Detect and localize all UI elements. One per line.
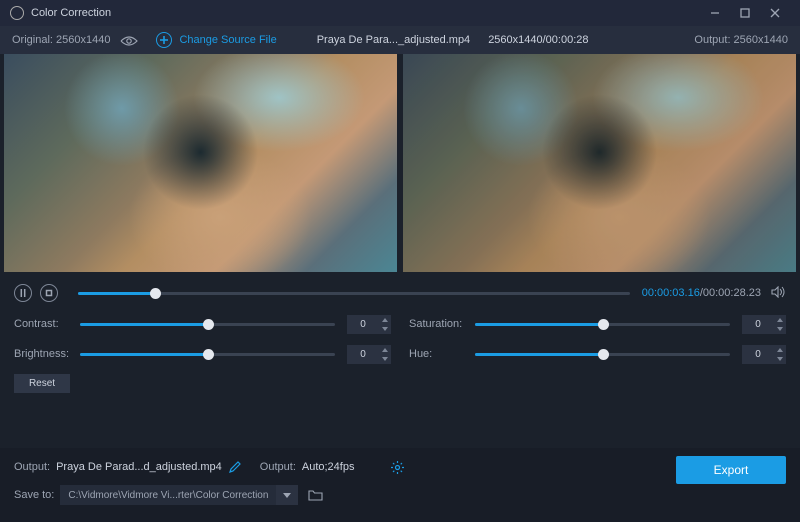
save-to-label: Save to: xyxy=(14,489,54,501)
preview-output xyxy=(403,54,796,272)
app-logo-icon xyxy=(10,6,24,20)
change-source-file-link[interactable]: Change Source File xyxy=(179,34,276,46)
contrast-slider[interactable] xyxy=(80,323,335,326)
brightness-value-box[interactable]: 0 xyxy=(347,345,391,364)
brightness-label: Brightness: xyxy=(14,348,80,360)
source-bar: Original: 2560x1440 Change Source File P… xyxy=(0,26,800,54)
footer: Output: Praya De Parad...d_adjusted.mp4 … xyxy=(0,448,800,522)
window-title: Color Correction xyxy=(31,7,111,19)
output-filename: Praya De Parad...d_adjusted.mp4 xyxy=(56,461,222,473)
open-folder-icon[interactable] xyxy=(304,485,326,505)
original-resolution: Original: 2560x1440 xyxy=(12,34,110,46)
export-button[interactable]: Export xyxy=(676,456,786,484)
output-settings-label: Output: xyxy=(260,461,296,473)
hue-value-box[interactable]: 0 xyxy=(742,345,786,364)
contrast-value-box[interactable]: 0 xyxy=(347,315,391,334)
save-path-box[interactable]: C:\Vidmore\Vidmore Vi...rter\Color Corre… xyxy=(60,485,276,505)
duration: /00:00:28.23 xyxy=(700,287,761,299)
hue-slider[interactable] xyxy=(475,353,730,356)
hue-label: Hue: xyxy=(409,348,475,360)
current-time: 00:00:03.16 xyxy=(642,287,700,299)
reset-button[interactable]: Reset xyxy=(14,374,70,393)
saturation-value-box[interactable]: 0 xyxy=(742,315,786,334)
close-button[interactable] xyxy=(760,0,790,26)
maximize-button[interactable] xyxy=(730,0,760,26)
preview-area xyxy=(0,54,800,272)
add-source-icon[interactable] xyxy=(156,32,172,48)
contrast-label: Contrast: xyxy=(14,318,80,330)
timecode: 00:00:03.16/00:00:28.23 xyxy=(642,287,761,299)
contrast-step-up[interactable] xyxy=(379,315,391,324)
edit-icon[interactable] xyxy=(228,460,242,474)
saturation-label: Saturation: xyxy=(409,318,475,330)
preview-original xyxy=(4,54,397,272)
stop-button[interactable] xyxy=(40,284,58,302)
eye-icon[interactable] xyxy=(120,35,136,45)
save-path-dropdown[interactable] xyxy=(276,485,298,505)
output-resolution: Output: 2560x1440 xyxy=(694,34,788,46)
saturation-slider[interactable] xyxy=(475,323,730,326)
source-file-info: 2560x1440/00:00:28 xyxy=(488,34,588,46)
minimize-button[interactable] xyxy=(700,0,730,26)
hue-step-up[interactable] xyxy=(774,345,786,354)
output-file-label: Output: xyxy=(14,461,50,473)
brightness-step-down[interactable] xyxy=(379,354,391,363)
output-settings-value: Auto;24fps xyxy=(302,461,355,473)
brightness-step-up[interactable] xyxy=(379,345,391,354)
titlebar: Color Correction xyxy=(0,0,800,26)
gear-icon[interactable] xyxy=(390,460,404,474)
seek-slider[interactable] xyxy=(78,292,630,295)
playback-row: 00:00:03.16/00:00:28.23 xyxy=(14,282,786,304)
brightness-slider[interactable] xyxy=(80,353,335,356)
source-filename: Praya De Para..._adjusted.mp4 xyxy=(317,34,470,46)
pause-button[interactable] xyxy=(14,284,32,302)
hue-step-down[interactable] xyxy=(774,354,786,363)
volume-icon[interactable] xyxy=(771,286,786,301)
saturation-step-up[interactable] xyxy=(774,315,786,324)
contrast-step-down[interactable] xyxy=(379,324,391,333)
saturation-step-down[interactable] xyxy=(774,324,786,333)
